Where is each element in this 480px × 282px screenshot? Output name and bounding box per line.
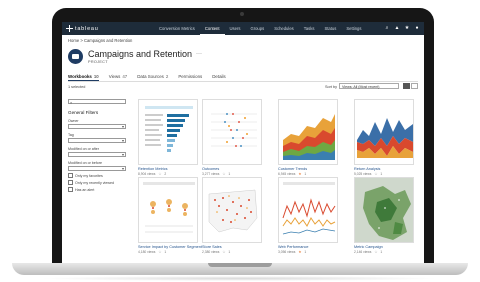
nav-link-site[interactable]: Conversion Metrics <box>154 22 200 35</box>
nav-link-settings[interactable]: Settings <box>341 22 366 35</box>
workbook-card[interactable]: Metric Campaign 2,146 views ☆ 1 <box>354 177 414 254</box>
tab-workbooks[interactable]: Workbooks 10 <box>68 72 99 81</box>
workbook-card[interactable]: Outcomes 3,277 views ☆ 1 <box>202 99 262 176</box>
filter-panel: ⌕ General Filters Owner Tag Modified on … <box>68 99 128 192</box>
favorites-icon: ☆ <box>222 172 226 176</box>
favorites-icon[interactable]: ★ <box>404 25 410 31</box>
more-actions-icon[interactable]: ··· <box>196 51 202 57</box>
page-title: Campaigns and Retention <box>88 49 193 59</box>
nav-links: Conversion Metrics Content Users Groups … <box>154 22 366 35</box>
laptop-frame: tableau Conversion Metrics Content Users… <box>0 0 480 282</box>
nav-link-users[interactable]: Users <box>225 22 246 35</box>
favorite-star-icon[interactable]: ★ <box>298 172 301 176</box>
modified-after-select[interactable] <box>68 152 126 157</box>
nav-link-tasks[interactable]: Tasks <box>299 22 320 35</box>
nav-link-content[interactable]: Content <box>199 22 225 35</box>
workbook-thumbnail[interactable] <box>354 177 414 243</box>
project-type-label: PROJECT <box>88 60 108 64</box>
workbook-card[interactable]: Web Performance 3,056 views ★ 1 <box>278 177 338 254</box>
workbook-meta: 8,904 views ☆ 2 <box>138 172 167 176</box>
top-nav: tableau Conversion Metrics Content Users… <box>62 22 424 35</box>
favorites-icon: ☆ <box>158 250 162 254</box>
workbook-card[interactable]: Service Impact by Customer Segment 4,180… <box>138 177 202 254</box>
filter-after-label: Modified on or after <box>68 147 99 151</box>
tab-details[interactable]: Details <box>212 72 225 81</box>
workbook-card[interactable]: Store Sales 2,380 views ☆ 1 <box>202 177 262 254</box>
breadcrumb[interactable]: Home > Campaigns and Retention <box>68 38 132 43</box>
workbook-meta: 3,056 views ★ 1 <box>278 250 307 254</box>
workbook-title[interactable]: Service Impact by Customer Segment <box>138 245 202 249</box>
workbook-title[interactable]: Customer Trends <box>278 167 338 171</box>
workbook-card[interactable]: Customer Trends 6,945 views ★ 1 <box>278 99 338 176</box>
workbook-title[interactable]: Retention Metrics <box>138 167 198 171</box>
favorites-checkbox[interactable]: Only my favorites <box>68 173 128 178</box>
workbook-meta: 5,025 views ☆ 1 <box>354 172 383 176</box>
tab-data-sources[interactable]: Data Sources 2 <box>137 72 168 81</box>
nav-link-schedules[interactable]: Schedules <box>269 22 299 35</box>
workbook-thumbnail[interactable] <box>354 99 414 165</box>
content-tabs: Workbooks 10 Views 47 Data Sources 2 Permis… <box>68 72 418 82</box>
workbook-thumbnail[interactable] <box>278 99 338 165</box>
tab-views[interactable]: Views 47 <box>109 72 128 81</box>
laptop-base <box>12 263 468 275</box>
tableau-logo-icon <box>66 25 73 32</box>
tag-select[interactable] <box>68 138 126 143</box>
workbook-meta: 6,945 views ★ 1 <box>278 172 307 176</box>
filter-search-input[interactable]: ⌕ <box>68 99 126 105</box>
filter-tag-label: Tag <box>68 133 74 137</box>
owner-select[interactable] <box>68 124 126 129</box>
tableau-logo[interactable]: tableau <box>66 25 99 32</box>
favorites-icon: ☆ <box>374 172 378 176</box>
tab-permissions[interactable]: Permissions <box>178 72 202 81</box>
workbook-thumbnail[interactable] <box>138 177 198 243</box>
project-folder-icon <box>68 49 83 64</box>
user-avatar-icon[interactable]: ● <box>414 25 420 31</box>
favorites-icon: ☆ <box>158 172 162 176</box>
workbook-meta: 4,180 views ☆ 1 <box>138 250 167 254</box>
workbook-title[interactable]: Store Sales <box>202 245 262 249</box>
sort-label: Sort by <box>325 85 338 89</box>
favorites-icon: ☆ <box>222 250 226 254</box>
filter-owner-label: Owner <box>68 119 79 123</box>
workbook-thumbnail[interactable] <box>278 177 338 243</box>
alert-icon[interactable]: ▲ <box>394 25 400 31</box>
search-icon: ⌕ <box>70 100 73 105</box>
filter-heading: General Filters <box>68 110 99 115</box>
workbook-title[interactable]: Web Performance <box>278 245 338 249</box>
workbook-card[interactable]: Retention Metrics 8,904 views ☆ 2 <box>138 99 198 176</box>
nav-link-status[interactable]: Status <box>319 22 341 35</box>
workbook-title[interactable]: Outcomes <box>202 167 262 171</box>
list-view-button[interactable] <box>411 83 418 89</box>
search-icon[interactable]: ⌕ <box>384 25 390 31</box>
grid-view-button[interactable] <box>403 83 410 89</box>
filter-before-label: Modified on or before <box>68 161 102 165</box>
workbook-thumbnail[interactable] <box>202 99 262 165</box>
workbook-title[interactable]: Return Analysis <box>354 167 414 171</box>
nav-icons: ⌕ ▲ ★ ● <box>384 25 420 31</box>
workbook-card[interactable]: Return Analysis 5,025 views ☆ 1 <box>354 99 414 176</box>
app-screen: tableau Conversion Metrics Content Users… <box>62 22 424 263</box>
nav-link-groups[interactable]: Groups <box>245 22 269 35</box>
recent-checkbox[interactable]: Only my recently viewed <box>68 180 128 185</box>
modified-before-select[interactable] <box>68 166 126 171</box>
sort-select[interactable]: Views: All (Most recent) <box>339 83 399 89</box>
workbook-meta: 3,277 views ☆ 1 <box>202 172 231 176</box>
workbook-title[interactable]: Metric Campaign <box>354 245 414 249</box>
alert-checkbox[interactable]: Has an alert <box>68 187 128 192</box>
camera <box>240 12 244 16</box>
favorite-star-icon[interactable]: ★ <box>298 250 301 254</box>
selection-count[interactable]: 1 selected <box>68 85 85 89</box>
logo-text: tableau <box>75 25 99 32</box>
laptop-shadow <box>40 276 440 281</box>
workbook-thumbnail[interactable] <box>138 99 198 165</box>
workbook-meta: 2,380 views ☆ 1 <box>202 250 231 254</box>
workbook-meta: 2,146 views ☆ 1 <box>354 250 383 254</box>
workbook-thumbnail[interactable] <box>202 177 262 243</box>
favorites-icon: ☆ <box>374 250 378 254</box>
